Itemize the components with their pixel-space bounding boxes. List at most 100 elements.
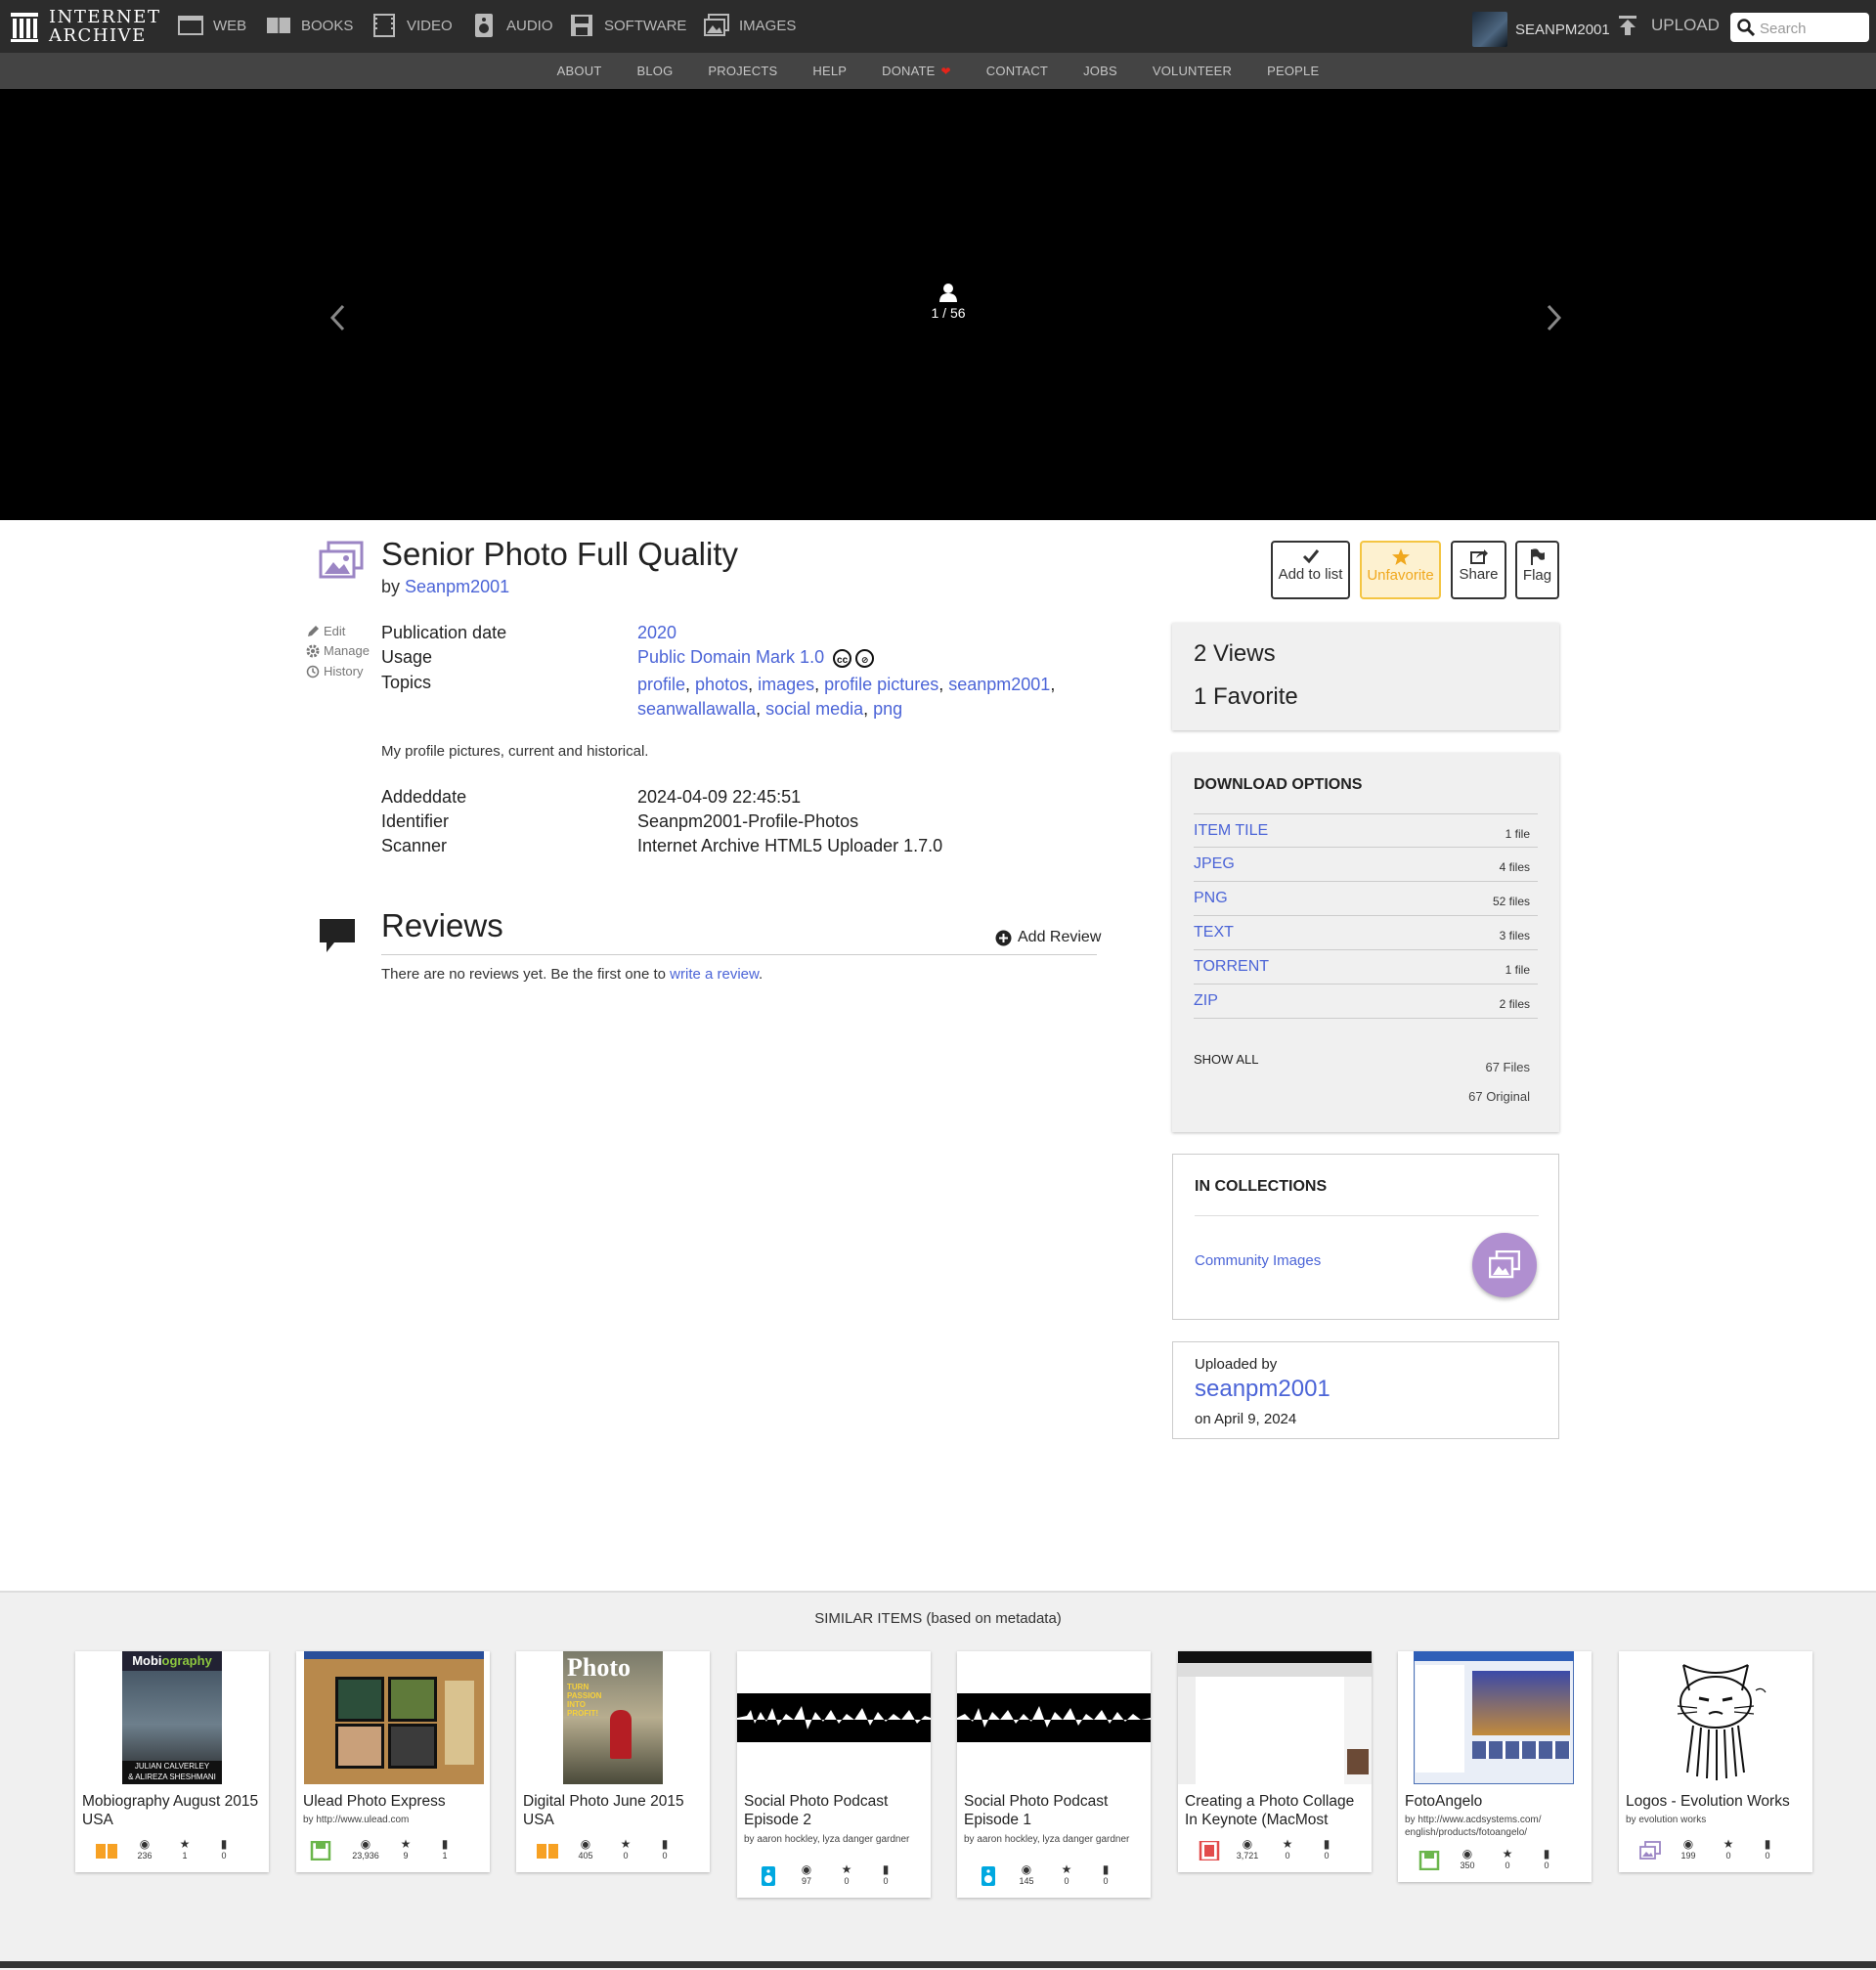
star-icon bbox=[1391, 548, 1410, 565]
download-format[interactable]: PNG bbox=[1194, 890, 1228, 907]
topic-link[interactable]: social media bbox=[765, 699, 863, 719]
item-stats: ◉ 350 ★ 0 ▮ 0 bbox=[1398, 1847, 1592, 1880]
similar-item-card[interactable]: Social Photo Podcast Episode 1 by aaron … bbox=[957, 1651, 1151, 1898]
reviews-title: Reviews bbox=[381, 907, 503, 943]
similar-item-card[interactable]: Social Photo Podcast Episode 2 by aaron … bbox=[737, 1651, 931, 1898]
download-format[interactable]: TEXT bbox=[1194, 924, 1234, 941]
unfavorite-button[interactable]: Unfavorite bbox=[1360, 541, 1441, 599]
item-thumbnail bbox=[737, 1651, 931, 1784]
topic-link[interactable]: photos bbox=[695, 675, 748, 694]
favorites-value: 0 bbox=[1725, 1851, 1731, 1861]
secondary-navigation: ABOUT BLOG PROJECTS HELP DONATE ❤ CONTACT… bbox=[0, 53, 1876, 89]
similar-item-card[interactable]: Ulead Photo Express by http://www.ulead.… bbox=[296, 1651, 490, 1872]
search-input[interactable] bbox=[1758, 17, 1867, 40]
subnav-help[interactable]: HELP bbox=[812, 64, 847, 78]
topic-link[interactable]: profile pictures bbox=[824, 675, 938, 694]
subnav-jobs[interactable]: JOBS bbox=[1083, 64, 1117, 78]
publication-date-link[interactable]: 2020 bbox=[637, 623, 676, 643]
user-menu[interactable]: SEANPM2001 bbox=[1472, 12, 1610, 47]
reviews-stat: ▮ 0 bbox=[1312, 1837, 1341, 1861]
nav-audio[interactable]: AUDIO bbox=[471, 14, 553, 37]
topic-link[interactable]: seanwallawalla bbox=[637, 699, 756, 719]
subnav-volunteer[interactable]: VOLUNTEER bbox=[1153, 64, 1232, 78]
internet-archive-logo[interactable]: INTERNET ARCHIVE bbox=[10, 8, 160, 45]
scanner-value: Internet Archive HTML5 Uploader 1.7.0 bbox=[637, 836, 943, 855]
audio-icon bbox=[475, 14, 493, 37]
manage-link[interactable]: Manage bbox=[306, 643, 370, 658]
item-stats-box: 2 Views 1 Favorite bbox=[1172, 623, 1559, 730]
search-box[interactable] bbox=[1730, 13, 1869, 42]
download-row-item-tile[interactable]: ITEM TILE 1 file bbox=[1194, 813, 1538, 848]
favorites-stat: ★ 0 bbox=[1714, 1837, 1743, 1861]
upload-label: UPLOAD bbox=[1651, 16, 1720, 34]
show-all-link[interactable]: SHOW ALL bbox=[1194, 1052, 1258, 1067]
reviews-stat: ▮ 0 bbox=[871, 1862, 900, 1886]
add-to-list-button[interactable]: Add to list bbox=[1271, 541, 1350, 599]
upload-button[interactable]: UPLOAD bbox=[1618, 15, 1720, 36]
item-title[interactable]: FotoAngelo bbox=[1405, 1792, 1585, 1811]
download-row-jpeg[interactable]: JPEG 4 files bbox=[1194, 848, 1538, 882]
history-link[interactable]: History bbox=[306, 664, 363, 679]
image-icon bbox=[1639, 1841, 1661, 1860]
similar-item-card[interactable]: Photo TURN PASSION INTO PROFIT! Digital … bbox=[516, 1651, 710, 1872]
unfavorite-label: Unfavorite bbox=[1367, 567, 1434, 584]
topic-link[interactable]: images bbox=[758, 675, 814, 694]
favorites-stat: ★ 0 bbox=[1052, 1862, 1081, 1886]
flag-button[interactable]: Flag bbox=[1515, 541, 1559, 599]
subnav-blog[interactable]: BLOG bbox=[636, 64, 673, 78]
license-link[interactable]: Public Domain Mark 1.0 bbox=[637, 647, 824, 667]
collection-thumbnail[interactable] bbox=[1472, 1233, 1537, 1297]
subnav-donate-label: DONATE bbox=[882, 64, 936, 78]
uploader-link[interactable]: seanpm2001 bbox=[1195, 1376, 1331, 1403]
creator-link[interactable]: Seanpm2001 bbox=[405, 577, 509, 596]
previous-arrow-icon[interactable] bbox=[327, 302, 349, 333]
image-viewer[interactable]: 1 / 56 bbox=[0, 89, 1876, 520]
nav-video[interactable]: VIDEO bbox=[371, 14, 453, 37]
topic-link[interactable]: png bbox=[873, 699, 902, 719]
item-title[interactable]: Logos - Evolution Works bbox=[1626, 1792, 1806, 1811]
download-row-png[interactable]: PNG 52 files bbox=[1194, 882, 1538, 916]
comment-icon: ▮ bbox=[1102, 1862, 1110, 1876]
favorites-value: 0 bbox=[1285, 1851, 1290, 1861]
subnav-people[interactable]: PEOPLE bbox=[1267, 64, 1319, 78]
download-format[interactable]: ZIP bbox=[1194, 992, 1218, 1010]
subnav-donate[interactable]: DONATE ❤ bbox=[882, 64, 951, 78]
download-format[interactable]: TORRENT bbox=[1194, 958, 1269, 976]
download-row-torrent[interactable]: TORRENT 1 file bbox=[1194, 950, 1538, 985]
item-thumbnail bbox=[1178, 1651, 1372, 1784]
nav-software[interactable]: SOFTWARE bbox=[569, 14, 686, 37]
nav-web[interactable]: WEB bbox=[178, 14, 246, 37]
star-icon: ★ bbox=[400, 1837, 412, 1851]
download-format[interactable]: JPEG bbox=[1194, 855, 1235, 873]
item-title[interactable]: Creating a Photo Collage In Keynote (Mac… bbox=[1185, 1792, 1365, 1829]
share-button[interactable]: Share bbox=[1451, 541, 1506, 599]
collection-link[interactable]: Community Images bbox=[1195, 1252, 1321, 1269]
subnav-projects[interactable]: PROJECTS bbox=[708, 64, 777, 78]
item-stats: ◉ 405 ★ 0 ▮ 0 bbox=[516, 1837, 710, 1870]
similar-item-card[interactable]: Mobiography JULIAN CALVERLEY & ALIREZA SH… bbox=[75, 1651, 269, 1872]
edit-link[interactable]: Edit bbox=[306, 624, 345, 638]
heart-icon: ❤ bbox=[940, 64, 951, 78]
item-title[interactable]: Social Photo Podcast Episode 2 bbox=[744, 1792, 924, 1829]
download-row-zip[interactable]: ZIP 2 files bbox=[1194, 985, 1538, 1019]
add-review-button[interactable]: Add Review bbox=[995, 929, 1101, 946]
nav-books[interactable]: BOOKS bbox=[266, 14, 353, 37]
next-arrow-icon[interactable] bbox=[1543, 302, 1564, 333]
item-title[interactable]: Mobiography August 2015 USA bbox=[82, 1792, 262, 1829]
similar-item-card[interactable]: FotoAngelo by http://www.acdsystems.com/… bbox=[1398, 1651, 1592, 1882]
subnav-contact[interactable]: CONTACT bbox=[986, 64, 1048, 78]
usage-value: Public Domain Mark 1.0 cc ⊘ bbox=[637, 647, 875, 668]
topic-link[interactable]: profile bbox=[637, 675, 685, 694]
item-title[interactable]: Social Photo Podcast Episode 1 bbox=[964, 1792, 1144, 1829]
write-review-link[interactable]: write a review bbox=[670, 966, 759, 983]
topic-link[interactable]: seanpm2001 bbox=[948, 675, 1050, 694]
download-row-text[interactable]: TEXT 3 files bbox=[1194, 916, 1538, 950]
subnav-about[interactable]: ABOUT bbox=[557, 64, 602, 78]
eye-icon: ◉ bbox=[801, 1862, 812, 1876]
nav-images[interactable]: IMAGES bbox=[704, 14, 796, 37]
similar-item-card[interactable]: Logos - Evolution Works by evolution wor… bbox=[1619, 1651, 1812, 1872]
item-title[interactable]: Ulead Photo Express bbox=[303, 1792, 483, 1811]
item-title[interactable]: Digital Photo June 2015 USA bbox=[523, 1792, 703, 1829]
similar-item-card[interactable]: Creating a Photo Collage In Keynote (Mac… bbox=[1178, 1651, 1372, 1872]
download-format[interactable]: ITEM TILE bbox=[1194, 822, 1268, 840]
